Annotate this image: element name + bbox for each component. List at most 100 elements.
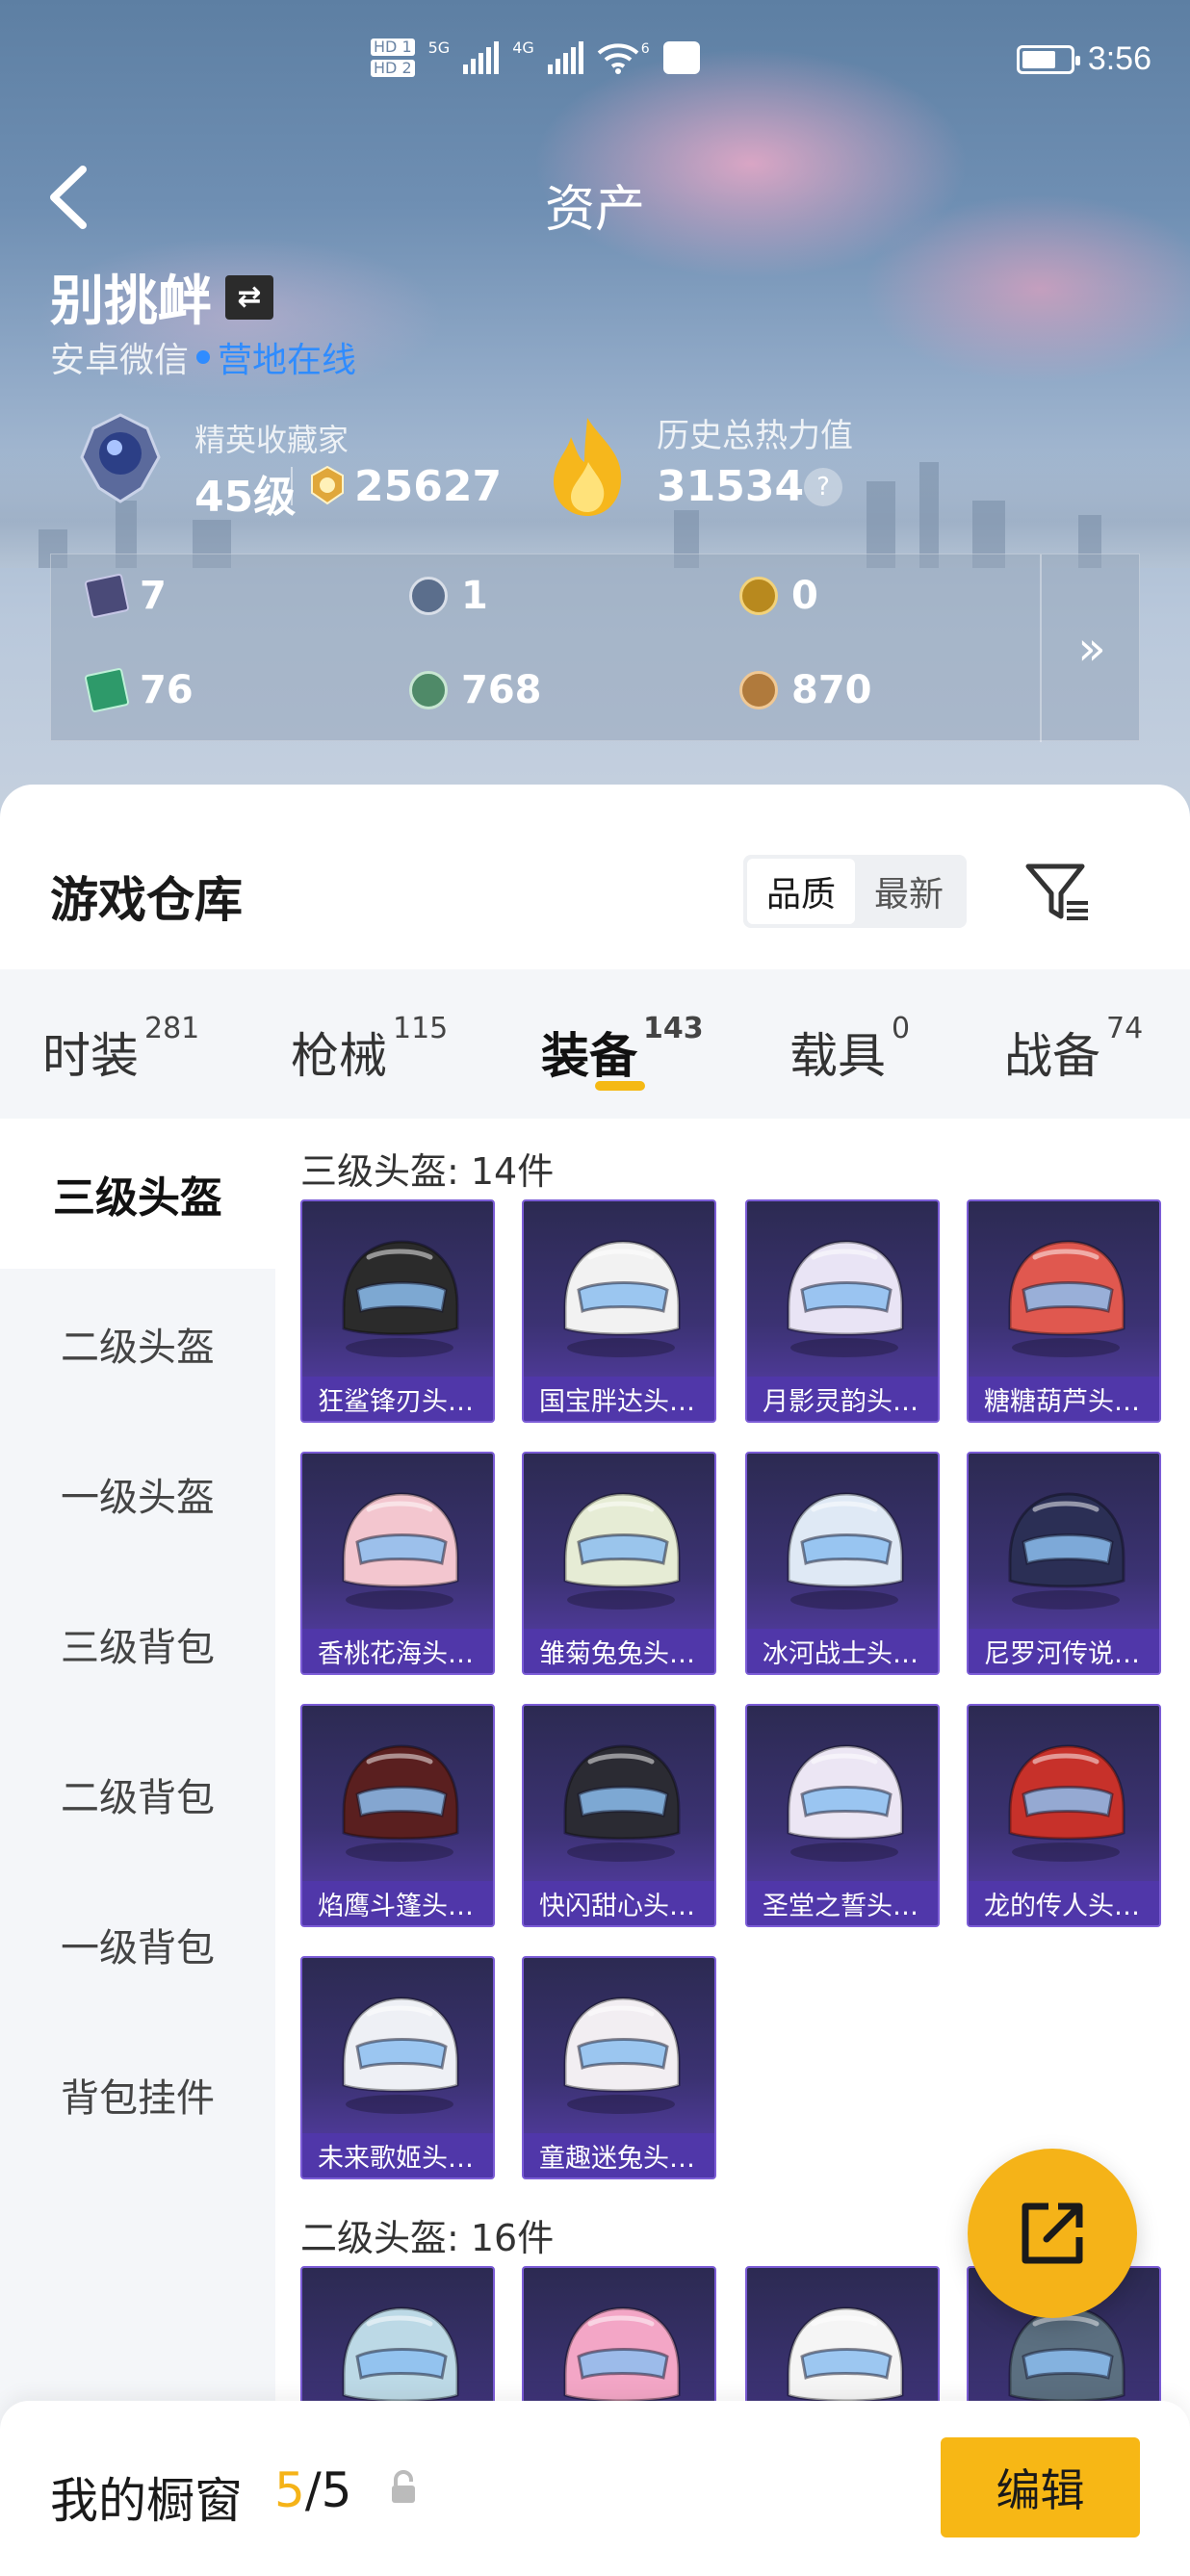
helmet-icon	[563, 1744, 681, 1862]
item-name: 龙的传人头…	[969, 1881, 1159, 1925]
tab-fashion[interactable]: 时装 281	[42, 1012, 199, 1087]
section-label: 二级头盔: 16件	[300, 2217, 555, 2259]
rank-divider	[291, 467, 293, 505]
item-card[interactable]: 尼罗河传说…	[967, 1452, 1161, 1675]
item-card[interactable]: 月影灵韵头…	[745, 1199, 940, 1423]
tab-label: 载具	[789, 1028, 886, 1084]
online-status: 营地在线	[218, 341, 357, 380]
sort-quality-button[interactable]: 品质	[747, 859, 855, 924]
tab-label: 枪械	[291, 1028, 387, 1084]
username-row: 别挑衅 ⇄	[50, 258, 273, 336]
username: 别挑衅	[50, 270, 212, 333]
panel-divider	[1040, 554, 1042, 742]
battery-icon	[1016, 44, 1080, 74]
item-name: 快闪甜心头…	[524, 1881, 714, 1925]
signal-1-icon	[463, 41, 500, 74]
item-card[interactable]: 圣堂之誓头…	[745, 1704, 940, 1927]
showcase-label: 我的橱窗	[50, 2473, 243, 2529]
tab-count: 143	[643, 1012, 704, 1045]
signal-2-icon	[547, 41, 583, 74]
collector-coin-icon	[311, 465, 344, 505]
notification-bag-icon	[662, 41, 700, 74]
tab-equipment[interactable]: 装备 143	[541, 1012, 704, 1087]
item-card[interactable]: 龙的传人头…	[967, 1704, 1161, 1927]
item-grid: 三级头盔: 14件狂鲨锋刃头… 国宝胖达头… 月影灵韵头… 糖糖葫芦头… 香桃花海头… 雏…	[275, 1119, 1190, 2576]
item-card[interactable]: 国宝胖达头…	[522, 1199, 716, 1423]
green-card-icon	[84, 667, 130, 713]
more-currencies-button[interactable]: »	[1043, 554, 1141, 742]
item-name: 未来歌姬头…	[302, 2133, 493, 2177]
switch-account-icon[interactable]: ⇄	[225, 274, 273, 320]
side-item-level1-helmet[interactable]: 一级头盔	[0, 1419, 275, 1569]
item-name: 香桃花海头…	[302, 1629, 493, 1673]
item-card[interactable]: 雏菊兔兔头…	[522, 1452, 716, 1675]
currency-panel[interactable]: 7 1 0 76 768 870 »	[50, 554, 1141, 742]
share-external-icon	[1022, 2202, 1083, 2264]
side-nav: 三级头盔 二级头盔 一级头盔 三级背包 二级背包 一级背包 背包挂件	[0, 1119, 275, 2576]
clock: 3:56	[1087, 40, 1151, 77]
item-card[interactable]: 冰河战士头…	[745, 1452, 940, 1675]
status-bar: HD 1 HD 2 5G 4G 6 3:56	[0, 29, 1190, 106]
helmet-icon	[342, 1744, 459, 1862]
section-label: 三级头盔: 14件	[300, 1150, 555, 1193]
fire-icon	[554, 418, 622, 516]
item-card[interactable]: 快闪甜心头…	[522, 1704, 716, 1927]
share-button[interactable]	[968, 2149, 1137, 2318]
filter-icon[interactable]	[1022, 857, 1094, 928]
status-icons: HD 1 HD 2 5G 4G 6	[371, 39, 700, 77]
wifi-icon: 6	[597, 41, 650, 74]
helmet-icon	[787, 1492, 904, 1610]
currency-value: 1	[461, 574, 488, 618]
item-name: 尼罗河传说…	[969, 1629, 1159, 1673]
side-item-level3-helmet[interactable]: 三级头盔	[0, 1119, 275, 1269]
tab-weapons[interactable]: 枪械 115	[291, 1012, 448, 1087]
currency-item: 76	[84, 667, 194, 713]
help-icon[interactable]: ?	[804, 468, 842, 506]
wifi-6-label: 6	[640, 41, 650, 57]
side-item-level1-backpack[interactable]: 一级背包	[0, 1869, 275, 2020]
item-card[interactable]: 香桃花海头…	[300, 1452, 495, 1675]
currency-item: 0	[739, 574, 818, 618]
active-tab-indicator	[595, 1081, 645, 1091]
showcase-bar: 我的橱窗 5/5 编辑	[0, 2401, 1190, 2576]
showcase-total: /5	[304, 2462, 352, 2518]
side-item-level3-backpack[interactable]: 三级背包	[0, 1569, 275, 1719]
item-card[interactable]: 糖糖葫芦头…	[967, 1199, 1161, 1423]
currency-value: 76	[140, 668, 194, 712]
tab-count: 281	[144, 1012, 200, 1045]
tab-vehicles[interactable]: 载具 0	[789, 1012, 910, 1087]
page-title: 资产	[544, 181, 645, 239]
showcase-count: 5/5	[274, 2462, 351, 2518]
helmet-icon	[1008, 1744, 1125, 1862]
helmet-icon	[563, 1240, 681, 1357]
side-item-backpack-charm[interactable]: 背包挂件	[0, 2020, 275, 2170]
item-card[interactable]: 狂鲨锋刃头…	[300, 1199, 495, 1423]
collector-coins: 25627	[354, 462, 503, 511]
helmet-icon	[342, 1492, 459, 1610]
status-right: 3:56	[1016, 40, 1151, 78]
sort-newest-button[interactable]: 最新	[855, 859, 963, 924]
helmet-icon	[342, 1996, 459, 2114]
side-item-level2-backpack[interactable]: 二级背包	[0, 1719, 275, 1869]
platform-row: 安卓微信 营地在线	[50, 332, 356, 382]
item-name: 童趣迷兔头…	[524, 2133, 714, 2177]
collector-rank-icon	[80, 413, 161, 503]
item-name: 国宝胖达头…	[524, 1377, 714, 1421]
side-item-level2-helmet[interactable]: 二级头盔	[0, 1269, 275, 1419]
helmet-icon	[1008, 1492, 1125, 1610]
item-name: 月影灵韵头…	[747, 1377, 938, 1421]
hd1-label: HD 1	[371, 39, 415, 56]
edit-button[interactable]: 编辑	[941, 2437, 1140, 2537]
tab-count: 0	[892, 1012, 911, 1045]
heat-title: 历史总热力值	[657, 417, 853, 455]
silver-token-icon	[409, 577, 448, 615]
card-icon	[84, 573, 130, 619]
tab-supplies[interactable]: 战备 74	[1004, 1012, 1143, 1087]
heat-value: 31534	[657, 462, 805, 511]
item-card[interactable]: 童趣迷兔头…	[522, 1956, 716, 2179]
item-card[interactable]: 焰鹰斗篷头…	[300, 1704, 495, 1927]
network-4g-label: 4G	[512, 39, 534, 57]
item-name: 糖糖葫芦头…	[969, 1377, 1159, 1421]
helmet-icon	[787, 1744, 904, 1862]
item-card[interactable]: 未来歌姬头…	[300, 1956, 495, 2179]
